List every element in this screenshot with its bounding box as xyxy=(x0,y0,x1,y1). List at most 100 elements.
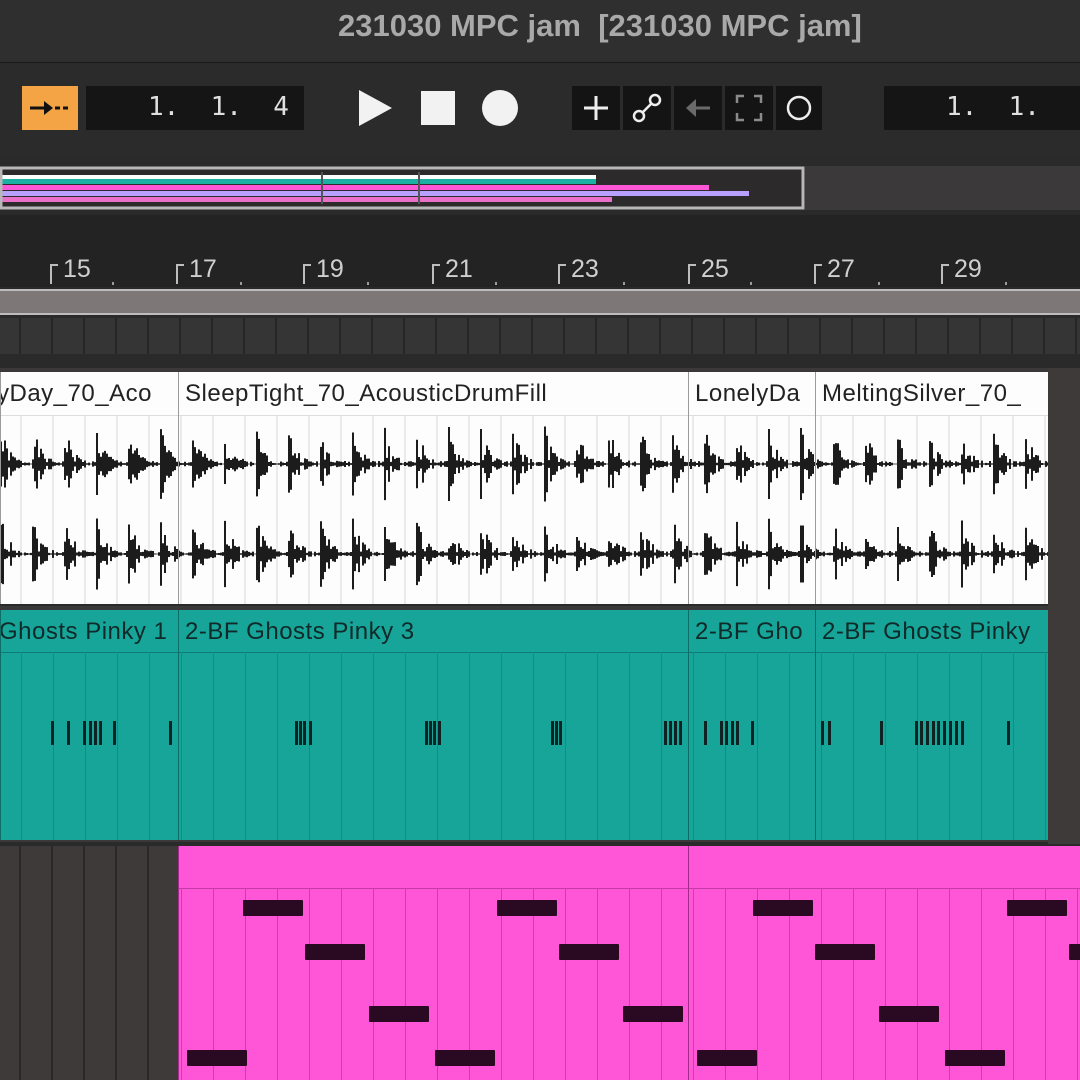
overdub-button[interactable] xyxy=(572,86,620,130)
grid-line xyxy=(821,652,822,840)
play-icon xyxy=(359,90,392,126)
midi-note[interactable] xyxy=(305,944,365,960)
midi-note[interactable] xyxy=(815,944,875,960)
grid-line xyxy=(661,652,662,840)
midi-note[interactable] xyxy=(669,721,672,745)
midi-note[interactable] xyxy=(704,721,707,745)
back-to-arrangement-button[interactable] xyxy=(674,86,722,130)
record-button[interactable] xyxy=(478,86,522,130)
midi-note[interactable] xyxy=(169,721,172,745)
midi-note[interactable] xyxy=(89,721,92,745)
play-button[interactable] xyxy=(354,86,398,130)
capture-midi-button[interactable] xyxy=(725,86,773,130)
midi-clip[interactable]: 2-BF Ghosts Pinky xyxy=(815,610,1048,840)
midi-note[interactable] xyxy=(720,721,723,745)
midi-note[interactable] xyxy=(83,721,86,745)
midi-note[interactable] xyxy=(949,721,952,745)
audio-clip[interactable]: SleepTight_70_AcousticDrumFill xyxy=(178,372,688,604)
midi-note[interactable] xyxy=(736,721,739,745)
midi-note[interactable] xyxy=(955,721,958,745)
midi-note[interactable] xyxy=(961,721,964,745)
midi-note[interactable] xyxy=(94,721,97,745)
midi-note[interactable] xyxy=(555,721,558,745)
stop-icon xyxy=(421,91,455,125)
midi-note[interactable] xyxy=(67,721,70,745)
midi-note[interactable] xyxy=(99,721,102,745)
midi-clip[interactable]: Ghosts Pinky 1 xyxy=(0,610,178,840)
grid-line xyxy=(501,888,502,1080)
midi-note[interactable] xyxy=(433,721,436,745)
midi-note[interactable] xyxy=(751,721,754,745)
midi-note[interactable] xyxy=(725,721,728,745)
midi-note[interactable] xyxy=(187,1050,247,1066)
midi-note[interactable] xyxy=(697,1050,757,1066)
midi-note[interactable] xyxy=(664,721,667,745)
beat-tick xyxy=(367,282,369,285)
midi-note[interactable] xyxy=(303,721,306,745)
midi-note[interactable] xyxy=(243,900,303,916)
midi-note[interactable] xyxy=(438,721,441,745)
midi-note[interactable] xyxy=(435,1050,495,1066)
midi-note[interactable] xyxy=(915,721,918,745)
bar-number: 29 xyxy=(954,255,982,283)
midi-note[interactable] xyxy=(369,1006,429,1022)
loop-start-display[interactable]: 1. 1. xyxy=(884,86,1080,130)
midi-note[interactable] xyxy=(559,721,562,745)
midi-note[interactable] xyxy=(295,721,298,745)
stop-button[interactable] xyxy=(418,88,458,128)
midi-note[interactable] xyxy=(679,721,682,745)
beat-time-ruler[interactable] xyxy=(0,215,1080,287)
grid-line xyxy=(981,652,982,840)
song-position-display[interactable]: 1. 1. 4 xyxy=(86,86,304,130)
midi-note[interactable] xyxy=(821,721,824,745)
window-title: 231030 MPC jam [231030 MPC jam] xyxy=(338,8,862,43)
waveform-channel xyxy=(179,518,688,590)
midi-note[interactable] xyxy=(551,721,554,745)
midi-note[interactable] xyxy=(425,721,428,745)
clip-header xyxy=(179,846,688,889)
midi-note[interactable] xyxy=(1007,721,1010,745)
midi-note[interactable] xyxy=(920,721,923,745)
session-record-button[interactable] xyxy=(776,86,822,130)
midi-note[interactable] xyxy=(926,721,929,745)
audio-clip[interactable]: yDay_70_Aco xyxy=(0,372,178,604)
automation-arm-button[interactable] xyxy=(623,86,671,130)
midi-note[interactable] xyxy=(559,944,619,960)
midi-note[interactable] xyxy=(51,721,54,745)
midi-note[interactable] xyxy=(497,900,557,916)
midi-note[interactable] xyxy=(753,900,813,916)
follow-button[interactable] xyxy=(22,86,78,130)
waveform-channel xyxy=(689,428,815,500)
midi-note[interactable] xyxy=(674,721,677,745)
midi-note[interactable] xyxy=(731,721,734,745)
midi-note[interactable] xyxy=(623,1006,683,1022)
audio-clip[interactable]: MeltingSilver_70_ xyxy=(815,372,1048,604)
record-icon xyxy=(482,90,518,126)
bar-tick xyxy=(814,264,822,284)
midi-note[interactable] xyxy=(828,721,831,745)
midi-note[interactable] xyxy=(943,721,946,745)
midi-note[interactable] xyxy=(113,721,116,745)
midi-note[interactable] xyxy=(429,721,432,745)
midi-note[interactable] xyxy=(879,1006,939,1022)
midi-note[interactable] xyxy=(945,1050,1005,1066)
clip-name: LonelyDa xyxy=(695,380,801,407)
midi-note[interactable] xyxy=(880,721,883,745)
bar-number: 25 xyxy=(701,255,729,283)
midi-clip[interactable] xyxy=(688,846,1080,1080)
overview-clips xyxy=(0,166,805,210)
beat-tick xyxy=(112,282,114,285)
midi-clip[interactable]: 2-BF Ghosts Pinky 3 xyxy=(178,610,688,840)
midi-note[interactable] xyxy=(932,721,935,745)
back-arrow-icon xyxy=(686,99,710,117)
midi-note[interactable] xyxy=(299,721,302,745)
midi-clip[interactable]: 2-BF Gho xyxy=(688,610,815,840)
midi-clip[interactable] xyxy=(178,846,688,1080)
loop-brace-strip[interactable] xyxy=(0,289,1080,315)
midi-note[interactable] xyxy=(1069,944,1080,960)
audio-clip[interactable]: LonelyDa xyxy=(688,372,815,604)
midi-note[interactable] xyxy=(937,721,940,745)
grid-line xyxy=(149,652,150,840)
midi-note[interactable] xyxy=(1007,900,1067,916)
midi-note[interactable] xyxy=(309,721,312,745)
